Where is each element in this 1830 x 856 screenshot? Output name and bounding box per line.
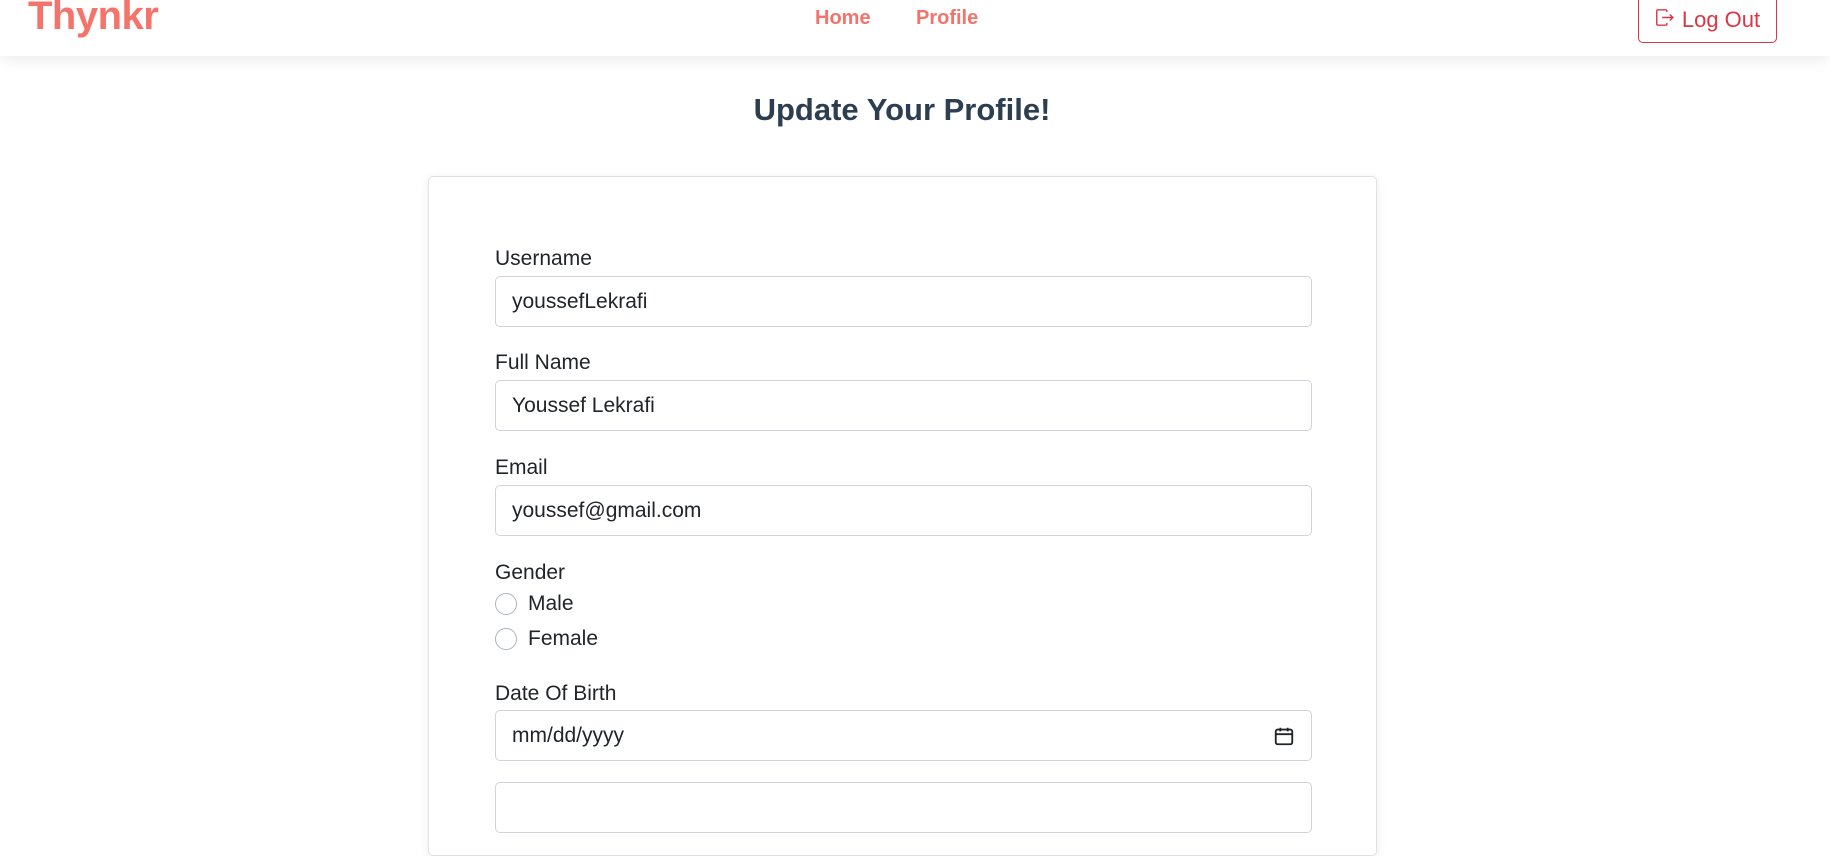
username-label: Username xyxy=(495,247,592,270)
gender-option-female[interactable]: Female xyxy=(495,627,598,651)
dob-label: Date Of Birth xyxy=(495,682,617,705)
gender-male-radio[interactable] xyxy=(495,593,517,615)
nav-link-profile[interactable]: Profile xyxy=(916,7,978,30)
nav-link-home[interactable]: Home xyxy=(815,7,871,30)
logout-label: Log Out xyxy=(1681,6,1761,32)
username-input[interactable]: youssefLekrafi xyxy=(495,276,1312,327)
dob-placeholder: mm/dd/yyyy xyxy=(512,723,625,747)
full-name-input[interactable]: Youssef Lekrafi xyxy=(495,380,1312,431)
gender-male-label: Male xyxy=(528,592,574,615)
gender-female-label: Female xyxy=(528,627,599,650)
email-input[interactable]: youssef@gmail.com xyxy=(495,485,1312,536)
full-name-label: Full Name xyxy=(495,351,591,374)
page-title: Update Your Profile! xyxy=(753,92,1051,127)
calendar-icon[interactable] xyxy=(1273,725,1295,747)
profile-form-card: Username youssefLekrafi Full Name Yousse… xyxy=(428,176,1377,856)
email-label: Email xyxy=(495,456,548,479)
dob-input[interactable]: mm/dd/yyyy xyxy=(495,710,1312,761)
navbar: Thynkr Home Profile Log Out xyxy=(0,0,1830,56)
brand-logo[interactable]: Thynkr xyxy=(28,0,159,39)
logout-button[interactable]: Log Out xyxy=(1638,0,1777,43)
box-arrow-right-icon xyxy=(1655,7,1674,33)
next-field-input[interactable] xyxy=(495,782,1312,833)
gender-female-radio[interactable] xyxy=(495,628,517,650)
gender-label: Gender xyxy=(495,561,566,584)
gender-option-male[interactable]: Male xyxy=(495,592,574,616)
